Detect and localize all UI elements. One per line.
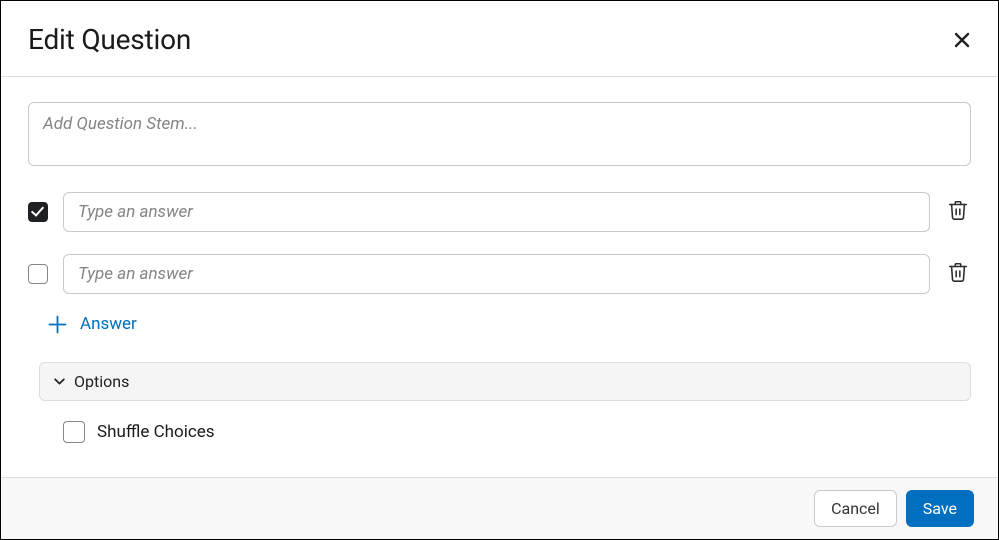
delete-answer-button[interactable] [945, 259, 971, 289]
answer-row [28, 192, 971, 232]
add-answer-label: Answer [80, 314, 137, 334]
chevron-down-icon [53, 375, 66, 388]
shuffle-choices-label: Shuffle Choices [97, 422, 215, 442]
dialog-footer: Cancel Save [1, 477, 998, 539]
save-button[interactable]: Save [906, 490, 974, 527]
dialog-title: Edit Question [28, 23, 191, 56]
correct-answer-checkbox-wrap [28, 202, 48, 222]
cancel-button[interactable]: Cancel [814, 490, 897, 527]
add-answer-button[interactable]: Answer [48, 314, 137, 334]
trash-icon [947, 261, 969, 283]
shuffle-choices-checkbox[interactable] [63, 421, 85, 443]
edit-question-dialog: Edit Question [1, 1, 998, 539]
answer-input[interactable] [63, 254, 930, 294]
dialog-header: Edit Question [1, 1, 998, 77]
answers-list: Answer Options Shuffle Choices [28, 192, 971, 443]
shuffle-choices-row[interactable]: Shuffle Choices [63, 421, 971, 443]
question-stem-input[interactable] [28, 102, 971, 166]
correct-answer-checkbox[interactable] [28, 264, 48, 284]
answer-row [28, 254, 971, 294]
close-button[interactable] [950, 28, 974, 52]
close-icon [954, 32, 970, 48]
options-header-label: Options [74, 372, 129, 391]
answer-input[interactable] [63, 192, 930, 232]
options-header[interactable]: Options [39, 362, 971, 401]
dialog-body: Answer Options Shuffle Choices [1, 77, 998, 477]
plus-icon [48, 315, 67, 334]
trash-icon [947, 199, 969, 221]
correct-answer-checkbox[interactable] [28, 202, 48, 222]
correct-answer-checkbox-wrap [28, 264, 48, 284]
delete-answer-button[interactable] [945, 197, 971, 227]
